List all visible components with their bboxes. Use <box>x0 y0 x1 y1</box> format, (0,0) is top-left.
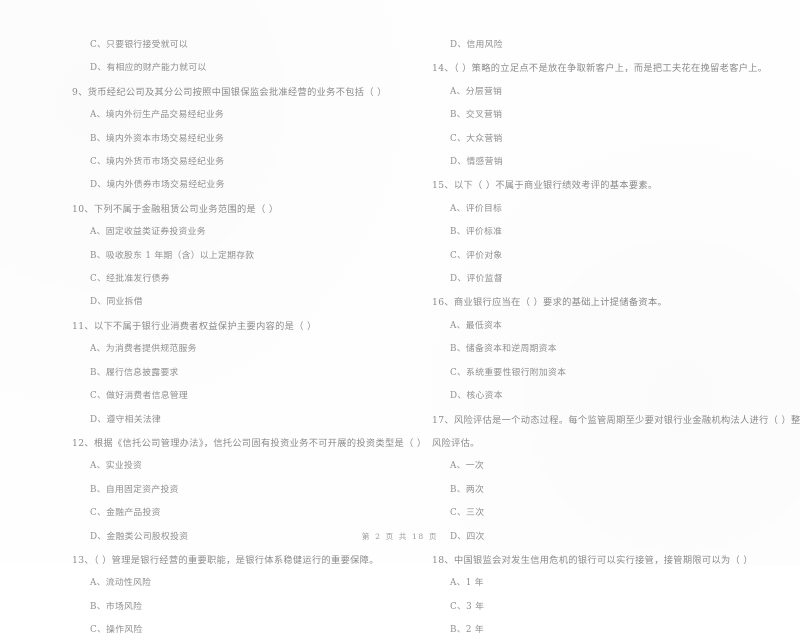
option-item: D、遵守相关法律 <box>90 414 162 425</box>
option-item: B、交叉营销 <box>450 110 503 121</box>
question-number: 16、 <box>432 297 454 309</box>
option-item: C、操作风险 <box>90 625 143 636</box>
question-text: 根据《信托公司管理办法》，信托公司固有投资业务不可开展的投资类型是（ ） <box>93 437 427 449</box>
question-block: 9、货币经纪公司及其分公司按照中国银保监会批准经营的业务不包括（ ） A、境内外… <box>72 81 392 198</box>
option-item: C、经批准发行债券 <box>90 274 170 285</box>
option-item: C、三次 <box>450 508 485 519</box>
question-text: 货币经纪公司及其分公司按照中国银保监会批准经营的业务不包括（ ） <box>87 86 387 98</box>
question-text: 下列不属于金融租赁公司业务范围的是（ ） <box>93 203 279 215</box>
question-number: 18、 <box>432 554 454 566</box>
option-item: A、实业投资 <box>90 461 143 472</box>
question-block: 15、以下（ ）不属于商业银行绩效考评的基本要素。 A、评价目标 B、评价标准 … <box>432 174 758 291</box>
option-item: B、2 年 <box>450 625 484 636</box>
question-stem: 11、以下不属于银行业消费者权益保护主要内容的是（ ） <box>72 315 392 338</box>
question-stem: 10、下列不属于金融租赁公司业务范围的是（ ） <box>72 198 392 221</box>
question-number: 14、 <box>432 63 454 75</box>
option-item: C、做好消费者信息管理 <box>90 391 189 402</box>
option-item: B、储备资本和逆周期资本 <box>450 344 557 355</box>
option-item: C、境内外货币市场交易经纪业务 <box>90 157 225 168</box>
question-number: 10、 <box>72 203 94 215</box>
exam-page: C、只要银行接受就可以 D、有相应的财产能力就可以 9、货币经纪公司及其分公司按… <box>0 0 800 635</box>
option-item: C、只要银行接受就可以 <box>90 40 189 50</box>
question-text: （ ）策略的立足点不是放在争取新客户上，而是把工夫花在挽留老客户上。 <box>453 63 768 75</box>
option-item: D、有相应的财产能力就可以 <box>90 63 207 74</box>
question-stem: 12、根据《信托公司管理办法》，信托公司固有投资业务不可开展的投资类型是（ ） <box>72 432 426 455</box>
option-item: B、两次 <box>450 484 485 495</box>
option-item: D、核心资本 <box>450 391 503 402</box>
question-stem-continued: 风险评估。 <box>432 437 480 449</box>
question-stem: 16、商业银行应当在（ ）要求的基础上计提储备资本。 <box>432 291 758 314</box>
option-item: C、系统重要性银行附加资本 <box>450 367 567 378</box>
option-item: B、市场风险 <box>90 601 143 612</box>
option-item: A、1 年 <box>450 578 484 589</box>
question-stem: 14、（ ）策略的立足点不是放在争取新客户上，而是把工夫花在挽留老客户上。 <box>432 57 767 80</box>
two-column-body: C、只要银行接受就可以 D、有相应的财产能力就可以 9、货币经纪公司及其分公司按… <box>0 0 800 635</box>
question-text: 以下（ ）不属于商业银行绩效考评的基本要素。 <box>453 180 658 192</box>
option-item: A、固定收益类证券投资业务 <box>90 227 206 238</box>
question-block: 11、以下不属于银行业消费者权益保护主要内容的是（ ） A、为消费者提供规范服务… <box>72 315 392 432</box>
page-footer: 第 2 页 共 18 页 <box>361 532 439 541</box>
question-block: 16、商业银行应当在（ ）要求的基础上计提储备资本。 A、最低资本 B、储备资本… <box>432 291 758 408</box>
option-item: C、3 年 <box>450 601 485 612</box>
option-item: A、境内外衍生产品交易经纪业务 <box>90 110 225 121</box>
option-item: D、评价监督 <box>450 274 503 285</box>
question-stem: 18、中国银监会对发生信用危机的银行可以实行接管，接管期限可以为（ ） <box>432 549 758 572</box>
option-item: B、履行信息披露要求 <box>90 367 179 378</box>
question-number: 11、 <box>72 320 94 332</box>
question-block: 17、风险评估是一个动态过程。每个监管周期至少要对银行业金融机构法人进行（ ）整… <box>432 409 800 549</box>
question-text: 以下不属于银行业消费者权益保护主要内容的是（ ） <box>93 320 317 332</box>
question-block: 14、（ ）策略的立足点不是放在争取新客户上，而是把工夫花在挽留老客户上。 A、… <box>432 57 767 174</box>
question-number: 9、 <box>72 86 88 98</box>
option-item: C、评价对象 <box>450 250 503 261</box>
question-stem: 17、风险评估是一个动态过程。每个监管周期至少要对银行业金融机构法人进行（ ）整… <box>432 409 800 432</box>
option-item: A、分层营销 <box>450 86 503 97</box>
option-item: D、同业拆借 <box>90 297 143 308</box>
option-item: A、最低资本 <box>450 320 503 331</box>
question-stem: 9、货币经纪公司及其分公司按照中国银保监会批准经营的业务不包括（ ） <box>72 81 392 104</box>
option-item: A、为消费者提供规范服务 <box>90 344 197 355</box>
question-number: 17、 <box>432 414 454 426</box>
right-column: D、信用风险 14、（ ）策略的立足点不是放在争取新客户上，而是把工夫花在挽留老… <box>400 0 800 635</box>
question-block: 13、（ ）管理是银行经营的重要职能，是银行体系稳健运行的重要保障。 A、流动性… <box>72 549 392 643</box>
question-number: 13、 <box>72 554 94 566</box>
question-text: 商业银行应当在（ ）要求的基础上计提储备资本。 <box>453 297 668 309</box>
question-text: 风险评估是一个动态过程。每个监管周期至少要对银行业金融机构法人进行（ ）整体 <box>453 414 800 426</box>
question-number: 15、 <box>432 180 454 192</box>
question-text: （ ）管理是银行经营的重要职能，是银行体系稳健运行的重要保障。 <box>93 554 379 566</box>
question-text: 中国银监会对发生信用危机的银行可以实行接管，接管期限可以为（ ） <box>453 554 753 566</box>
option-item: D、情感营销 <box>450 157 503 168</box>
question-block: 18、中国银监会对发生信用危机的银行可以实行接管，接管期限可以为（ ） A、1 … <box>432 549 758 643</box>
option-item: C、大众营销 <box>450 133 503 144</box>
option-item: A、评价目标 <box>450 203 503 214</box>
option-item: A、一次 <box>450 461 484 472</box>
left-column: C、只要银行接受就可以 D、有相应的财产能力就可以 9、货币经纪公司及其分公司按… <box>0 0 426 635</box>
option-item: B、吸收股东 1 年期（含）以上定期存款 <box>90 250 255 261</box>
question-stem: 13、（ ）管理是银行经营的重要职能，是银行体系稳健运行的重要保障。 <box>72 549 392 572</box>
option-item: C、金融产品投资 <box>90 508 161 519</box>
question-number: 12、 <box>72 437 94 449</box>
option-item: B、评价标准 <box>450 227 503 238</box>
option-item: D、信用风险 <box>450 40 503 50</box>
question-stem: 15、以下（ ）不属于商业银行绩效考评的基本要素。 <box>432 174 758 197</box>
option-item: A、流动性风险 <box>90 578 152 589</box>
option-item: B、境内外资本市场交易经纪业务 <box>90 133 225 144</box>
option-item: B、自用固定资产投资 <box>90 484 179 495</box>
question-block: 10、下列不属于金融租赁公司业务范围的是（ ） A、固定收益类证券投资业务 B、… <box>72 198 392 315</box>
option-item: D、境内外债券市场交易经纪业务 <box>90 180 225 191</box>
